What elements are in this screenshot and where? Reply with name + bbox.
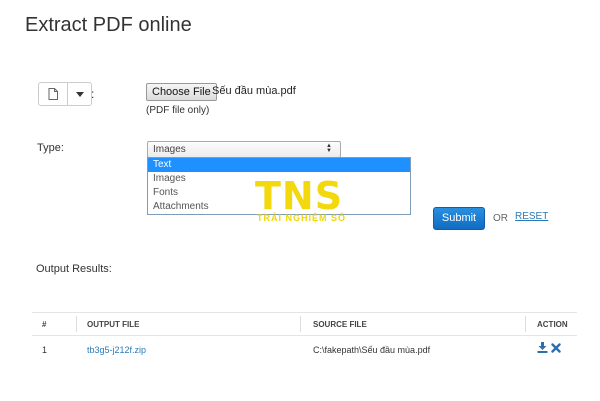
caret-down-icon[interactable] [68, 83, 91, 105]
source-colon: : [91, 87, 95, 101]
source-file-path: C:\fakepath\Sếu đầu mùa.pdf [313, 345, 431, 355]
type-select-value: Images [153, 144, 186, 155]
output-results-title: Output Results: [36, 263, 112, 275]
watermark-tagline: TRẢI NGHIỆM SỐ [257, 213, 347, 223]
submit-button[interactable]: Submit [433, 207, 485, 230]
table-header: # OUTPUT FILE SOURCE FILE ACTION [32, 312, 577, 336]
output-file-link[interactable]: tb3g5-j212f.zip [87, 345, 146, 355]
or-separator: OR [493, 213, 508, 224]
file-type-hint: (PDF file only) [146, 105, 210, 116]
table-row: 1 tb3g5-j212f.zip C:\fakepath\Sếu đầu mù… [32, 336, 577, 362]
header-output-file: OUTPUT FILE [87, 320, 140, 329]
choose-file-button[interactable]: Choose File [146, 83, 217, 101]
delete-icon[interactable] [550, 343, 561, 355]
reset-link[interactable]: RESET [515, 211, 548, 222]
source-type-dropdown[interactable] [38, 82, 92, 106]
header-number: # [42, 320, 47, 329]
page-title: Extract PDF online [25, 14, 192, 36]
header-source-file: SOURCE FILE [313, 320, 367, 329]
download-icon[interactable] [537, 342, 551, 355]
type-select[interactable]: Images ▲ ▼ [147, 141, 341, 158]
file-icon[interactable] [39, 83, 68, 105]
output-table: # OUTPUT FILE SOURCE FILE ACTION 1 tb3g5… [32, 312, 577, 362]
selected-file-name: Sếu đầu mùa.pdf [212, 85, 296, 97]
sort-arrows-icon: ▲ ▼ [326, 143, 332, 154]
header-action: ACTION [537, 320, 568, 329]
type-option-text[interactable]: Text [148, 158, 410, 172]
type-label: Type: [37, 142, 64, 154]
row-number: 1 [42, 345, 48, 355]
watermark-logo: TNS [255, 174, 344, 218]
row-actions [537, 342, 561, 355]
